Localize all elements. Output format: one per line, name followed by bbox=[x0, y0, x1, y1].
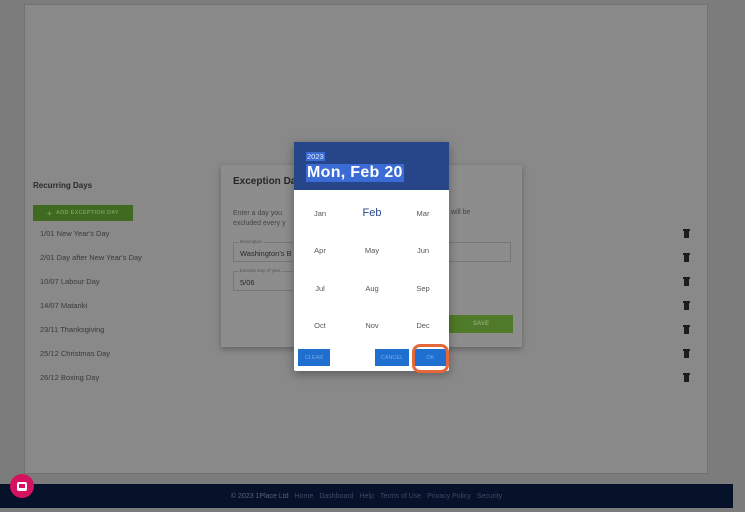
clear-button[interactable]: CLEAR bbox=[298, 349, 330, 366]
save-button[interactable]: SAVE bbox=[449, 315, 513, 333]
month-oct[interactable]: Oct bbox=[294, 321, 346, 330]
footer-copyright: © 2023 1Place Ltd bbox=[230, 492, 289, 500]
month-apr[interactable]: Apr bbox=[294, 246, 346, 255]
recurring-day-label: 1/01 New Year's Day bbox=[40, 229, 110, 238]
month-mar[interactable]: Mar bbox=[397, 209, 449, 218]
picker-selected-date: Mon, Feb 20 bbox=[306, 164, 404, 182]
chat-icon[interactable] bbox=[10, 474, 34, 498]
dialog-instructions: Enter a day you excluded every y bbox=[233, 210, 286, 227]
trash-icon[interactable] bbox=[683, 301, 690, 310]
trash-icon[interactable] bbox=[683, 229, 690, 238]
footer-link-security[interactable]: Security bbox=[477, 493, 502, 500]
footer-link-home[interactable]: Home bbox=[295, 493, 314, 500]
description-label: Description bbox=[239, 239, 264, 244]
description-value: Washington's B bbox=[240, 249, 292, 258]
month-aug[interactable]: Aug bbox=[346, 284, 398, 293]
month-nov[interactable]: Nov bbox=[346, 321, 398, 330]
footer-link-terms[interactable]: Terms of Use bbox=[380, 493, 421, 500]
trash-icon[interactable] bbox=[683, 325, 690, 334]
description-field-end[interactable] bbox=[449, 242, 511, 262]
page: Recurring Days + ADD EXCEPTION DAY 1/01 … bbox=[0, 0, 745, 512]
month-may[interactable]: May bbox=[346, 246, 398, 255]
trash-icon[interactable] bbox=[683, 253, 690, 262]
month-jul[interactable]: Jul bbox=[294, 284, 346, 293]
picker-year[interactable]: 2023 bbox=[306, 152, 325, 161]
month-dec[interactable]: Dec bbox=[397, 321, 449, 330]
description-field[interactable]: Description Washington's B bbox=[233, 239, 293, 262]
cancel-button[interactable]: CANCEL bbox=[375, 349, 409, 366]
month-jan[interactable]: Jan bbox=[294, 209, 346, 218]
add-exception-day-button[interactable]: + ADD EXCEPTION DAY bbox=[33, 205, 133, 221]
add-exception-day-label: ADD EXCEPTION DAY bbox=[56, 210, 119, 216]
recurring-day-label: 25/12 Christmas Day bbox=[40, 349, 111, 358]
trash-icon[interactable] bbox=[683, 349, 690, 358]
month-picker: 2023 Mon, Feb 20 Jan Feb Mar Apr May Jun… bbox=[294, 142, 449, 371]
exclude-day-value: 5/06 bbox=[240, 278, 255, 287]
recurring-days-title: Recurring Days bbox=[33, 181, 93, 190]
month-sep[interactable]: Sep bbox=[397, 284, 449, 293]
month-jun[interactable]: Jun bbox=[397, 246, 449, 255]
dialog-title: Exception Da bbox=[233, 176, 297, 187]
trash-icon[interactable] bbox=[683, 373, 690, 382]
footer: © 2023 1Place Ltd Home Dashboard Help Te… bbox=[0, 484, 733, 508]
recurring-day-label: 10/07 Labour Day bbox=[40, 277, 100, 286]
recurring-day-label: 14/07 Matariki bbox=[40, 301, 88, 310]
ok-button-highlight bbox=[412, 344, 449, 373]
footer-link-privacy[interactable]: Privacy Policy bbox=[427, 493, 471, 500]
month-feb[interactable]: Feb bbox=[346, 207, 398, 219]
recurring-day-label: 2/01 Day after New Year's Day bbox=[40, 253, 142, 262]
picker-header: 2023 Mon, Feb 20 bbox=[294, 142, 449, 190]
exclude-day-label: Exclude Day of year bbox=[239, 268, 282, 273]
exclude-day-field[interactable]: Exclude Day of year 5/06 bbox=[233, 268, 293, 291]
dialog-instructions-right: will be bbox=[451, 209, 471, 216]
recurring-day-row: 26/12 Boxing Day bbox=[40, 373, 690, 387]
recurring-day-label: 26/12 Boxing Day bbox=[40, 373, 100, 382]
footer-link-help[interactable]: Help bbox=[360, 493, 374, 500]
footer-link-dashboard[interactable]: Dashboard bbox=[319, 493, 353, 500]
trash-icon[interactable] bbox=[683, 277, 690, 286]
recurring-day-label: 23/11 Thanksgiving bbox=[40, 325, 105, 334]
plus-icon: + bbox=[47, 208, 52, 218]
